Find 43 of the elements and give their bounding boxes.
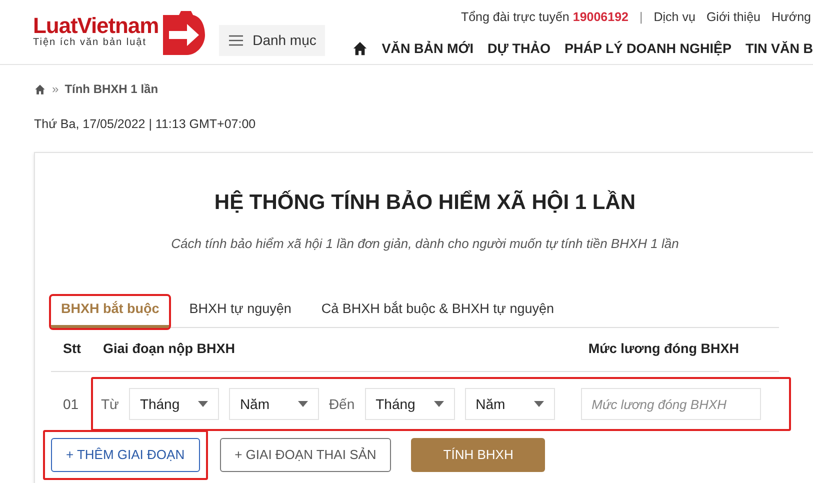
tab[interactable]: Cả BHXH bắt buộc & BHXH tự nguyện — [311, 296, 564, 328]
tab[interactable]: BHXH bắt buộc — [51, 296, 170, 328]
hotline-text: Tổng đài trực tuyến 19006192 — [460, 9, 628, 26]
nav-link[interactable]: TIN VĂN B — [746, 38, 813, 59]
caret-icon — [434, 401, 444, 407]
breadcrumb-current[interactable]: Tính BHXH 1 lần — [64, 80, 158, 98]
menu-icon — [228, 35, 243, 46]
salary-input-field[interactable]: Mức lương đóng BHXH — [580, 388, 761, 420]
separator-text: | — [640, 9, 643, 26]
nav-link[interactable]: PHÁP LÝ DOANH NGHIỆP — [564, 38, 732, 59]
column-header: Giai đoạn nộp BHXH — [103, 340, 236, 358]
dropdown-select[interactable]: Tháng — [364, 388, 455, 420]
dropdown-select[interactable]: Năm — [228, 388, 319, 420]
date-text: Thứ Ba, 17/05/2022 | 11:13 GMT+07:00 — [33, 116, 256, 133]
breadcrumb-separator: » — [52, 81, 59, 98]
logo[interactable]: LuatVietnam Tiện ích văn bản luật — [33, 8, 205, 56]
home-icon — [34, 84, 46, 94]
calculator-title: HỆ THỐNG TÍNH BẢO HIỂM XÃ HỘI 1 LẦN — [213, 189, 637, 216]
column-header: Mức lương đóng BHXH — [588, 340, 739, 358]
logo-tagline: Tiện ích văn bản luật — [33, 36, 148, 50]
dropdown-select[interactable]: Năm — [464, 388, 555, 420]
home-icon — [352, 41, 368, 56]
caret-icon — [298, 401, 308, 407]
calculator-subtitle: Cách tính bảo hiểm xã hội 1 lần đơn giản, dành cho người muốn tự tính tiền BHXH 1 lần — [170, 235, 680, 254]
category-menu-button[interactable]: Danh mục — [218, 25, 325, 56]
top-link[interactable]: Giới thiệu — [706, 8, 760, 27]
arrow-logo-icon — [160, 9, 205, 55]
caret-icon — [534, 401, 544, 407]
column-header: Stt — [62, 340, 82, 358]
dropdown-select[interactable]: Tháng — [128, 388, 219, 420]
nav-link[interactable]: DỰ THẢO — [488, 38, 550, 59]
action-button[interactable]: + GIAI ĐOẠN THAI SẢN — [220, 438, 392, 472]
top-link[interactable]: Dịch vụ — [654, 8, 696, 27]
to-label: Đến — [328, 394, 355, 414]
action-button[interactable]: + THÊM GIAI ĐOẠN — [51, 438, 200, 472]
tab[interactable]: BHXH tự nguyện — [179, 296, 302, 328]
from-label: Từ — [101, 394, 119, 414]
nav-link[interactable]: VĂN BẢN MỚI — [382, 38, 474, 59]
caret-icon — [198, 401, 208, 407]
logo-wordmark: LuatVietnam — [33, 14, 159, 37]
action-button[interactable]: TÍNH BHXH — [411, 438, 546, 472]
top-link[interactable]: Hướng — [772, 8, 811, 27]
row-number: 01 — [62, 394, 80, 414]
